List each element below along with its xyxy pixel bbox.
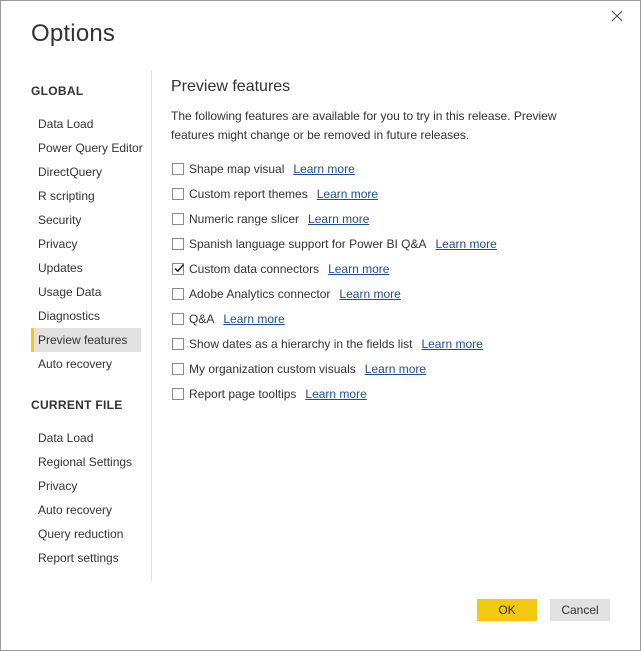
feature-label: Spanish language support for Power BI Q&… [189,236,427,251]
learn-more-link-custom-data-connectors[interactable]: Learn more [328,262,389,276]
feature-label: Custom report themes [189,186,308,201]
feature-label: Show dates as a hierarchy in the fields … [189,336,413,351]
checkbox-custom-report-themes[interactable] [172,187,184,200]
checkbox-report-page-tooltips[interactable] [172,387,184,400]
sidebar-item-preview-features[interactable]: Preview features [31,328,141,352]
feature-label: Q&A [189,311,215,326]
sidebar-item-query-reduction[interactable]: Query reduction [31,522,141,546]
ok-button[interactable]: OK [477,599,537,621]
current-file-nav-list: Data Load Regional Settings Privacy Auto… [31,426,151,570]
section-header-current-file: CURRENT FILE [31,398,123,412]
feature-row-report-page-tooltips: Report page tooltips Learn more [171,381,611,406]
sidebar-item-power-query-editor[interactable]: Power Query Editor [31,136,143,160]
learn-more-link-show-dates-as-a-hierarchy-in-the-fields-list[interactable]: Learn more [421,337,482,351]
feature-row-spanish-language-support-for-power-bi-qanda: Spanish language support for Power BI Q&… [171,231,611,256]
feature-row-custom-data-connectors: Custom data connectors Learn more [171,256,611,281]
sidebar-item-directquery[interactable]: DirectQuery [31,160,141,184]
dialog-title: Options [31,20,116,47]
checkbox-spanish-language-support-for-power-bi-qanda[interactable] [172,237,184,250]
feature-label: Numeric range slicer [189,211,300,226]
sidebar-item-usage-data[interactable]: Usage Data [31,280,141,304]
learn-more-link-custom-report-themes[interactable]: Learn more [317,187,378,201]
options-dialog: Options GLOBAL Data Load Power Query Edi… [0,0,641,651]
global-nav-list: Data Load Power Query Editor DirectQuery… [31,112,151,376]
checkbox-shape-map-visual[interactable] [172,162,184,175]
checkbox-my-organization-custom-visuals[interactable] [172,362,184,375]
checkbox-custom-data-connectors[interactable] [172,262,185,275]
feature-row-show-dates-as-a-hierarchy-in-the-fields-list: Show dates as a hierarchy in the fields … [171,331,611,356]
sidebar-item-r-scripting[interactable]: R scripting [31,184,141,208]
sidebar-item-current-auto-recovery[interactable]: Auto recovery [31,498,141,522]
options-sidebar: GLOBAL Data Load Power Query Editor Dire… [31,71,152,582]
feature-label: Report page tooltips [189,386,297,401]
learn-more-link-my-organization-custom-visuals[interactable]: Learn more [365,362,426,376]
feature-label: Adobe Analytics connector [189,286,331,301]
panel-title: Preview features [171,78,291,95]
checkbox-show-dates-as-a-hierarchy-in-the-fields-list[interactable] [172,337,184,350]
learn-more-link-numeric-range-slicer[interactable]: Learn more [308,212,369,226]
sidebar-item-diagnostics[interactable]: Diagnostics [31,304,141,328]
feature-row-qanda: Q&A Learn more [171,306,611,331]
learn-more-link-report-page-tooltips[interactable]: Learn more [305,387,366,401]
sidebar-item-current-privacy[interactable]: Privacy [31,474,141,498]
feature-row-my-organization-custom-visuals: My organization custom visuals Learn more [171,356,611,381]
checkmark-icon [174,263,185,272]
learn-more-link-shape-map-visual[interactable]: Learn more [293,162,354,176]
learn-more-link-spanish-language-support-for-power-bi-qanda[interactable]: Learn more [435,237,496,251]
panel-description: The following features are available for… [171,109,557,142]
sidebar-item-report-settings[interactable]: Report settings [31,546,141,570]
sidebar-item-updates[interactable]: Updates [31,256,141,280]
sidebar-item-data-load[interactable]: Data Load [31,112,141,136]
checkbox-numeric-range-slicer[interactable] [172,212,184,225]
cancel-button[interactable]: Cancel [550,599,610,621]
feature-row-custom-report-themes: Custom report themes Learn more [171,181,611,206]
feature-row-adobe-analytics-connector: Adobe Analytics connector Learn more [171,281,611,306]
checkbox-qanda[interactable] [172,312,184,325]
sidebar-item-security[interactable]: Security [31,208,141,232]
section-header-global: GLOBAL [31,84,84,98]
feature-list: Shape map visual Learn more Custom report … [171,156,611,406]
feature-label: My organization custom visuals [189,361,356,376]
learn-more-link-qanda[interactable]: Learn more [223,312,284,326]
feature-label: Custom data connectors [189,261,320,276]
sidebar-item-regional-settings[interactable]: Regional Settings [31,450,141,474]
sidebar-item-current-data-load[interactable]: Data Load [31,426,141,450]
feature-row-numeric-range-slicer: Numeric range slicer Learn more [171,206,611,231]
feature-row-shape-map-visual: Shape map visual Learn more [171,156,611,181]
close-icon [611,10,623,22]
sidebar-item-auto-recovery[interactable]: Auto recovery [31,352,141,376]
learn-more-link-adobe-analytics-connector[interactable]: Learn more [339,287,400,301]
sidebar-item-privacy[interactable]: Privacy [31,232,141,256]
close-button[interactable] [608,7,626,25]
checkbox-adobe-analytics-connector[interactable] [172,287,184,300]
feature-label: Shape map visual [189,161,285,176]
preview-features-panel: Preview features The following features … [171,77,611,406]
